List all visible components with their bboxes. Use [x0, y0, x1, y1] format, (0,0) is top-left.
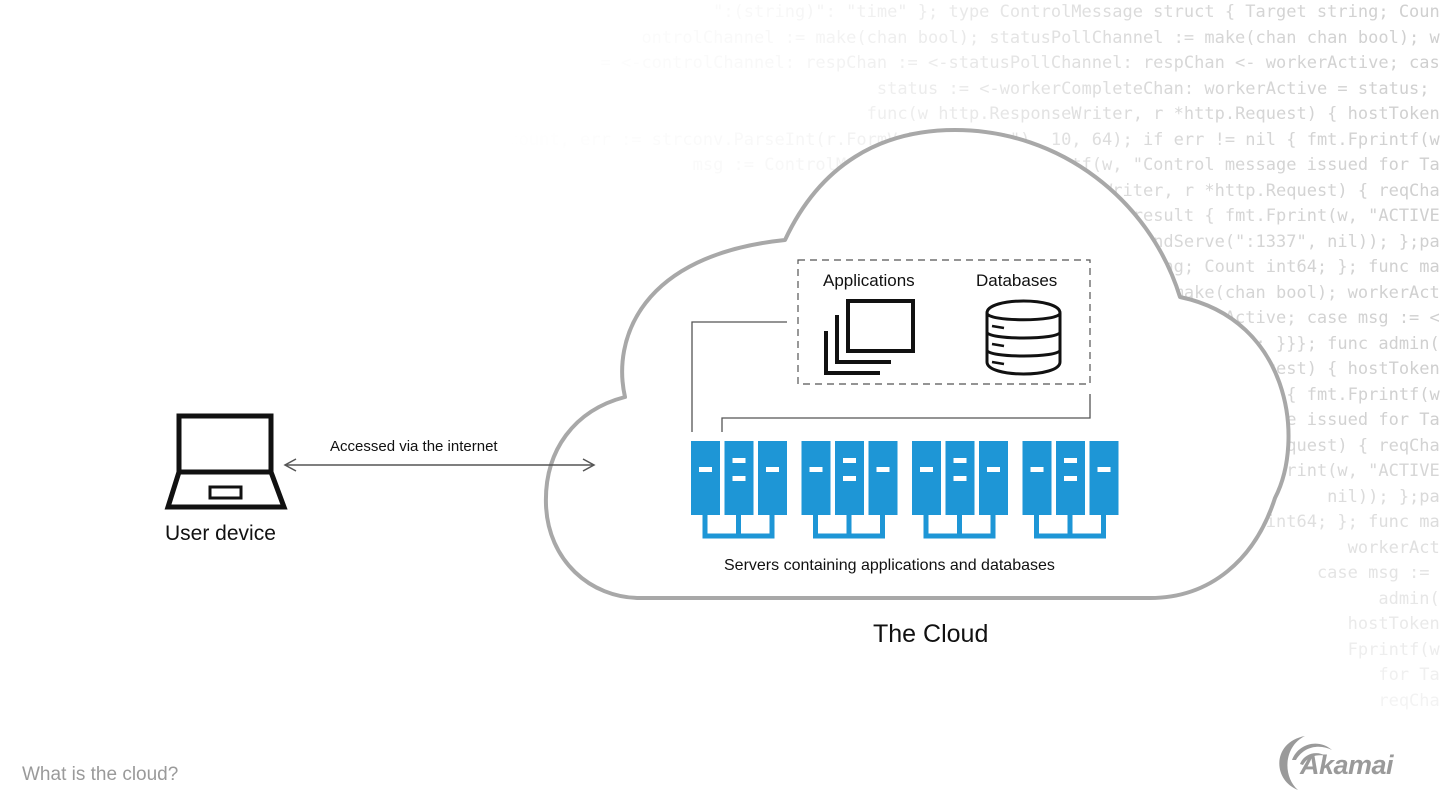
server-unit	[868, 441, 898, 515]
cloud-label: The Cloud	[873, 620, 989, 648]
server-rack-icon	[801, 441, 898, 539]
connection-label: Accessed via the internet	[330, 438, 498, 455]
laptop-icon	[164, 413, 288, 510]
databases-label: Databases	[976, 271, 1058, 290]
server-rack-icon	[691, 441, 787, 539]
akamai-brand-text: Akamai	[1300, 750, 1394, 780]
server-unit	[758, 441, 787, 515]
cloud-diagram	[164, 128, 1291, 600]
server-unit	[1022, 441, 1052, 515]
server-unit	[1089, 441, 1119, 515]
server-unit	[912, 441, 941, 515]
akamai-logo: Akamai	[1270, 730, 1430, 795]
page-title: What is the cloud?	[22, 764, 179, 785]
server-rack-icon	[1022, 441, 1119, 539]
server-unit	[691, 441, 720, 515]
server-rack-icon	[912, 441, 1008, 539]
cloud-outline	[543, 128, 1291, 600]
applications-label: Applications	[823, 271, 915, 290]
servers-label: Servers containing applications and data…	[724, 557, 1055, 574]
server-unit	[801, 441, 831, 515]
user-device-label: User device	[165, 522, 276, 545]
server-unit	[979, 441, 1008, 515]
